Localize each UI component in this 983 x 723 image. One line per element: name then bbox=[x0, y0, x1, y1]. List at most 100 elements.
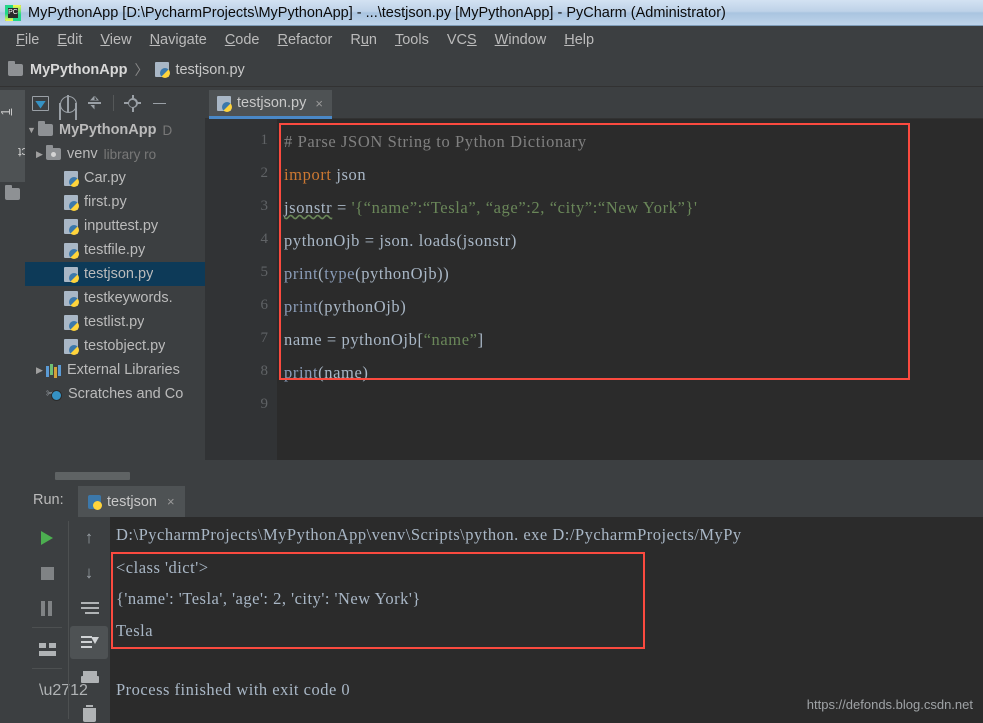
chevron-right-icon[interactable]: ▶ bbox=[33, 149, 46, 160]
tree-item-testkeywords[interactable]: ▶ testkeywords. bbox=[25, 286, 205, 310]
tree-item-testlist-py[interactable]: ▶ testlist.py bbox=[25, 310, 205, 334]
run-toolbar: \u2712 ↑ ↓ bbox=[25, 517, 110, 723]
tree-item-external-libraries[interactable]: ▶ External Libraries bbox=[25, 358, 205, 382]
pause-icon[interactable] bbox=[28, 591, 66, 624]
menu-vcs[interactable]: VCS bbox=[438, 32, 486, 48]
code-token: name = pythonOjb[ bbox=[284, 330, 424, 349]
libraries-icon bbox=[46, 364, 61, 377]
tree-item-label: venv bbox=[67, 146, 98, 162]
run-panel-divider[interactable] bbox=[25, 469, 983, 486]
tree-item-car-py[interactable]: ▶ Car.py bbox=[25, 166, 205, 190]
chevron-right-icon[interactable]: ▶ bbox=[33, 365, 46, 376]
python-file-icon bbox=[217, 95, 232, 112]
locate-target-icon[interactable] bbox=[59, 94, 77, 113]
line-number: 1 bbox=[260, 132, 269, 148]
code-editor[interactable]: # Parse JSON String to Python Dictionary… bbox=[277, 119, 983, 460]
python-file-icon bbox=[155, 62, 171, 78]
code-line-2[interactable]: import json bbox=[284, 165, 366, 185]
settings-gear-icon[interactable] bbox=[124, 94, 141, 112]
run-toolbar-left-column: \u2712 bbox=[27, 521, 88, 708]
menu-file[interactable]: File bbox=[7, 32, 48, 48]
tree-spacer: ▶ bbox=[51, 245, 64, 256]
chevron-down-icon[interactable]: ▼ bbox=[25, 125, 38, 135]
project-tab-mnemonic: 1 bbox=[0, 108, 13, 116]
code-token: (pythonOjb) bbox=[318, 297, 407, 316]
code-line-4[interactable]: pythonOjb = json. loads(jsonstr) bbox=[284, 231, 517, 251]
menu-edit[interactable]: Edit bbox=[48, 32, 91, 48]
soft-wrap-icon[interactable] bbox=[70, 591, 108, 624]
code-line-3[interactable]: jsonstr = '{“name”:“Tesla”, “age”:2, “ci… bbox=[284, 198, 698, 218]
hide-panel-icon[interactable] bbox=[151, 95, 168, 112]
toolbar-divider bbox=[32, 668, 62, 669]
python-file-icon bbox=[64, 266, 79, 283]
folder-venv-icon bbox=[46, 145, 61, 160]
select-opened-file-icon[interactable] bbox=[32, 95, 49, 112]
folder-icon[interactable] bbox=[5, 185, 20, 200]
line-number: 6 bbox=[260, 297, 269, 313]
up-arrow-icon[interactable]: ↑ bbox=[70, 521, 108, 554]
python-file-icon bbox=[64, 290, 79, 307]
project-toolbar bbox=[25, 88, 205, 118]
code-token: ] bbox=[477, 330, 484, 349]
layout-toggle-icon[interactable] bbox=[28, 632, 66, 665]
menu-help[interactable]: Help bbox=[555, 32, 603, 48]
tree-item-first-py[interactable]: ▶ first.py bbox=[25, 190, 205, 214]
code-token: print bbox=[284, 297, 319, 316]
tree-item-inputtest-py[interactable]: ▶ inputtest.py bbox=[25, 214, 205, 238]
code-token: # Parse JSON String to Python Dictionary bbox=[284, 132, 587, 151]
close-icon[interactable]: × bbox=[167, 494, 175, 509]
window-title: MyPythonApp [D:\PycharmProjects\MyPython… bbox=[28, 4, 726, 21]
code-token: type bbox=[324, 264, 356, 283]
line-number: 5 bbox=[260, 264, 269, 280]
project-tree: ▼MyPythonAppD▶venvlibrary ro▶Car.py▶firs… bbox=[25, 118, 205, 406]
scroll-to-end-icon[interactable] bbox=[69, 626, 108, 659]
tree-item-label: Car.py bbox=[84, 170, 126, 186]
menu-code[interactable]: Code bbox=[216, 32, 269, 48]
tree-item-scratches-and-co[interactable]: ▶✂ Scratches and Co bbox=[25, 382, 205, 406]
collapse-all-icon[interactable] bbox=[86, 95, 103, 112]
menu-tools[interactable]: Tools bbox=[386, 32, 438, 48]
run-tab-bar: Run: testjson × bbox=[25, 486, 983, 517]
sidebar-item-project[interactable]: 1: Project bbox=[0, 90, 64, 182]
menu-bar[interactable]: File Edit View Navigate Code Refactor Ru… bbox=[0, 26, 983, 53]
close-icon[interactable]: × bbox=[315, 96, 323, 111]
run-tab-testjson[interactable]: testjson × bbox=[78, 486, 185, 517]
tree-spacer: ▶ bbox=[51, 173, 64, 184]
stop-icon[interactable] bbox=[28, 556, 66, 589]
breadcrumb-file[interactable]: testjson.py bbox=[155, 62, 245, 78]
tab-testjson-py[interactable]: testjson.py × bbox=[209, 90, 332, 119]
left-tool-strip: 1: Project bbox=[0, 88, 64, 485]
python-file-icon bbox=[88, 494, 102, 510]
editor-horizontal-scrollbar[interactable] bbox=[277, 460, 983, 469]
console-line-1: D:\PycharmProjects\MyPythonApp\venv\Scri… bbox=[116, 525, 742, 544]
code-line-1[interactable]: # Parse JSON String to Python Dictionary bbox=[284, 132, 587, 152]
code-line-7[interactable]: name = pythonOjb[“name”] bbox=[284, 330, 484, 350]
pin-tab-icon[interactable]: \u2712 bbox=[28, 673, 88, 706]
tree-item-testobject-py[interactable]: ▶ testobject.py bbox=[25, 334, 205, 358]
tree-item-mypythonapp[interactable]: ▼ MyPythonApp D bbox=[25, 118, 205, 142]
menu-window[interactable]: Window bbox=[486, 32, 556, 48]
trash-icon[interactable] bbox=[70, 696, 108, 723]
python-file-icon bbox=[64, 338, 79, 355]
editor-scroll-thumb[interactable] bbox=[55, 472, 130, 480]
code-line-6[interactable]: print(pythonOjb) bbox=[284, 297, 406, 317]
code-token: print bbox=[284, 264, 319, 283]
down-arrow-icon[interactable]: ↓ bbox=[70, 556, 108, 589]
code-token: import bbox=[284, 165, 332, 184]
run-console-output[interactable]: D:\PycharmProjects\MyPythonApp\venv\Scri… bbox=[110, 517, 983, 723]
print-icon[interactable] bbox=[70, 661, 108, 694]
python-file-icon bbox=[64, 218, 79, 235]
run-play-icon[interactable] bbox=[28, 521, 66, 554]
code-line-5[interactable]: print(type(pythonOjb)) bbox=[284, 264, 449, 284]
console-line-2: <class 'dict'> bbox=[116, 558, 209, 577]
tree-item-testfile-py[interactable]: ▶ testfile.py bbox=[25, 238, 205, 262]
code-line-8[interactable]: print(name) bbox=[284, 363, 369, 383]
line-number-gutter: 1 2 3 4 5 6 7 8 9 bbox=[205, 119, 277, 460]
menu-view[interactable]: View bbox=[91, 32, 140, 48]
tree-item-label: testfile.py bbox=[84, 242, 146, 258]
menu-refactor[interactable]: Refactor bbox=[269, 32, 342, 48]
menu-navigate[interactable]: Navigate bbox=[141, 32, 216, 48]
menu-run[interactable]: Run bbox=[341, 32, 386, 48]
tree-item-venv[interactable]: ▶ venv library ro bbox=[25, 142, 205, 166]
tree-item-testjson-py[interactable]: ▶ testjson.py bbox=[25, 262, 205, 286]
